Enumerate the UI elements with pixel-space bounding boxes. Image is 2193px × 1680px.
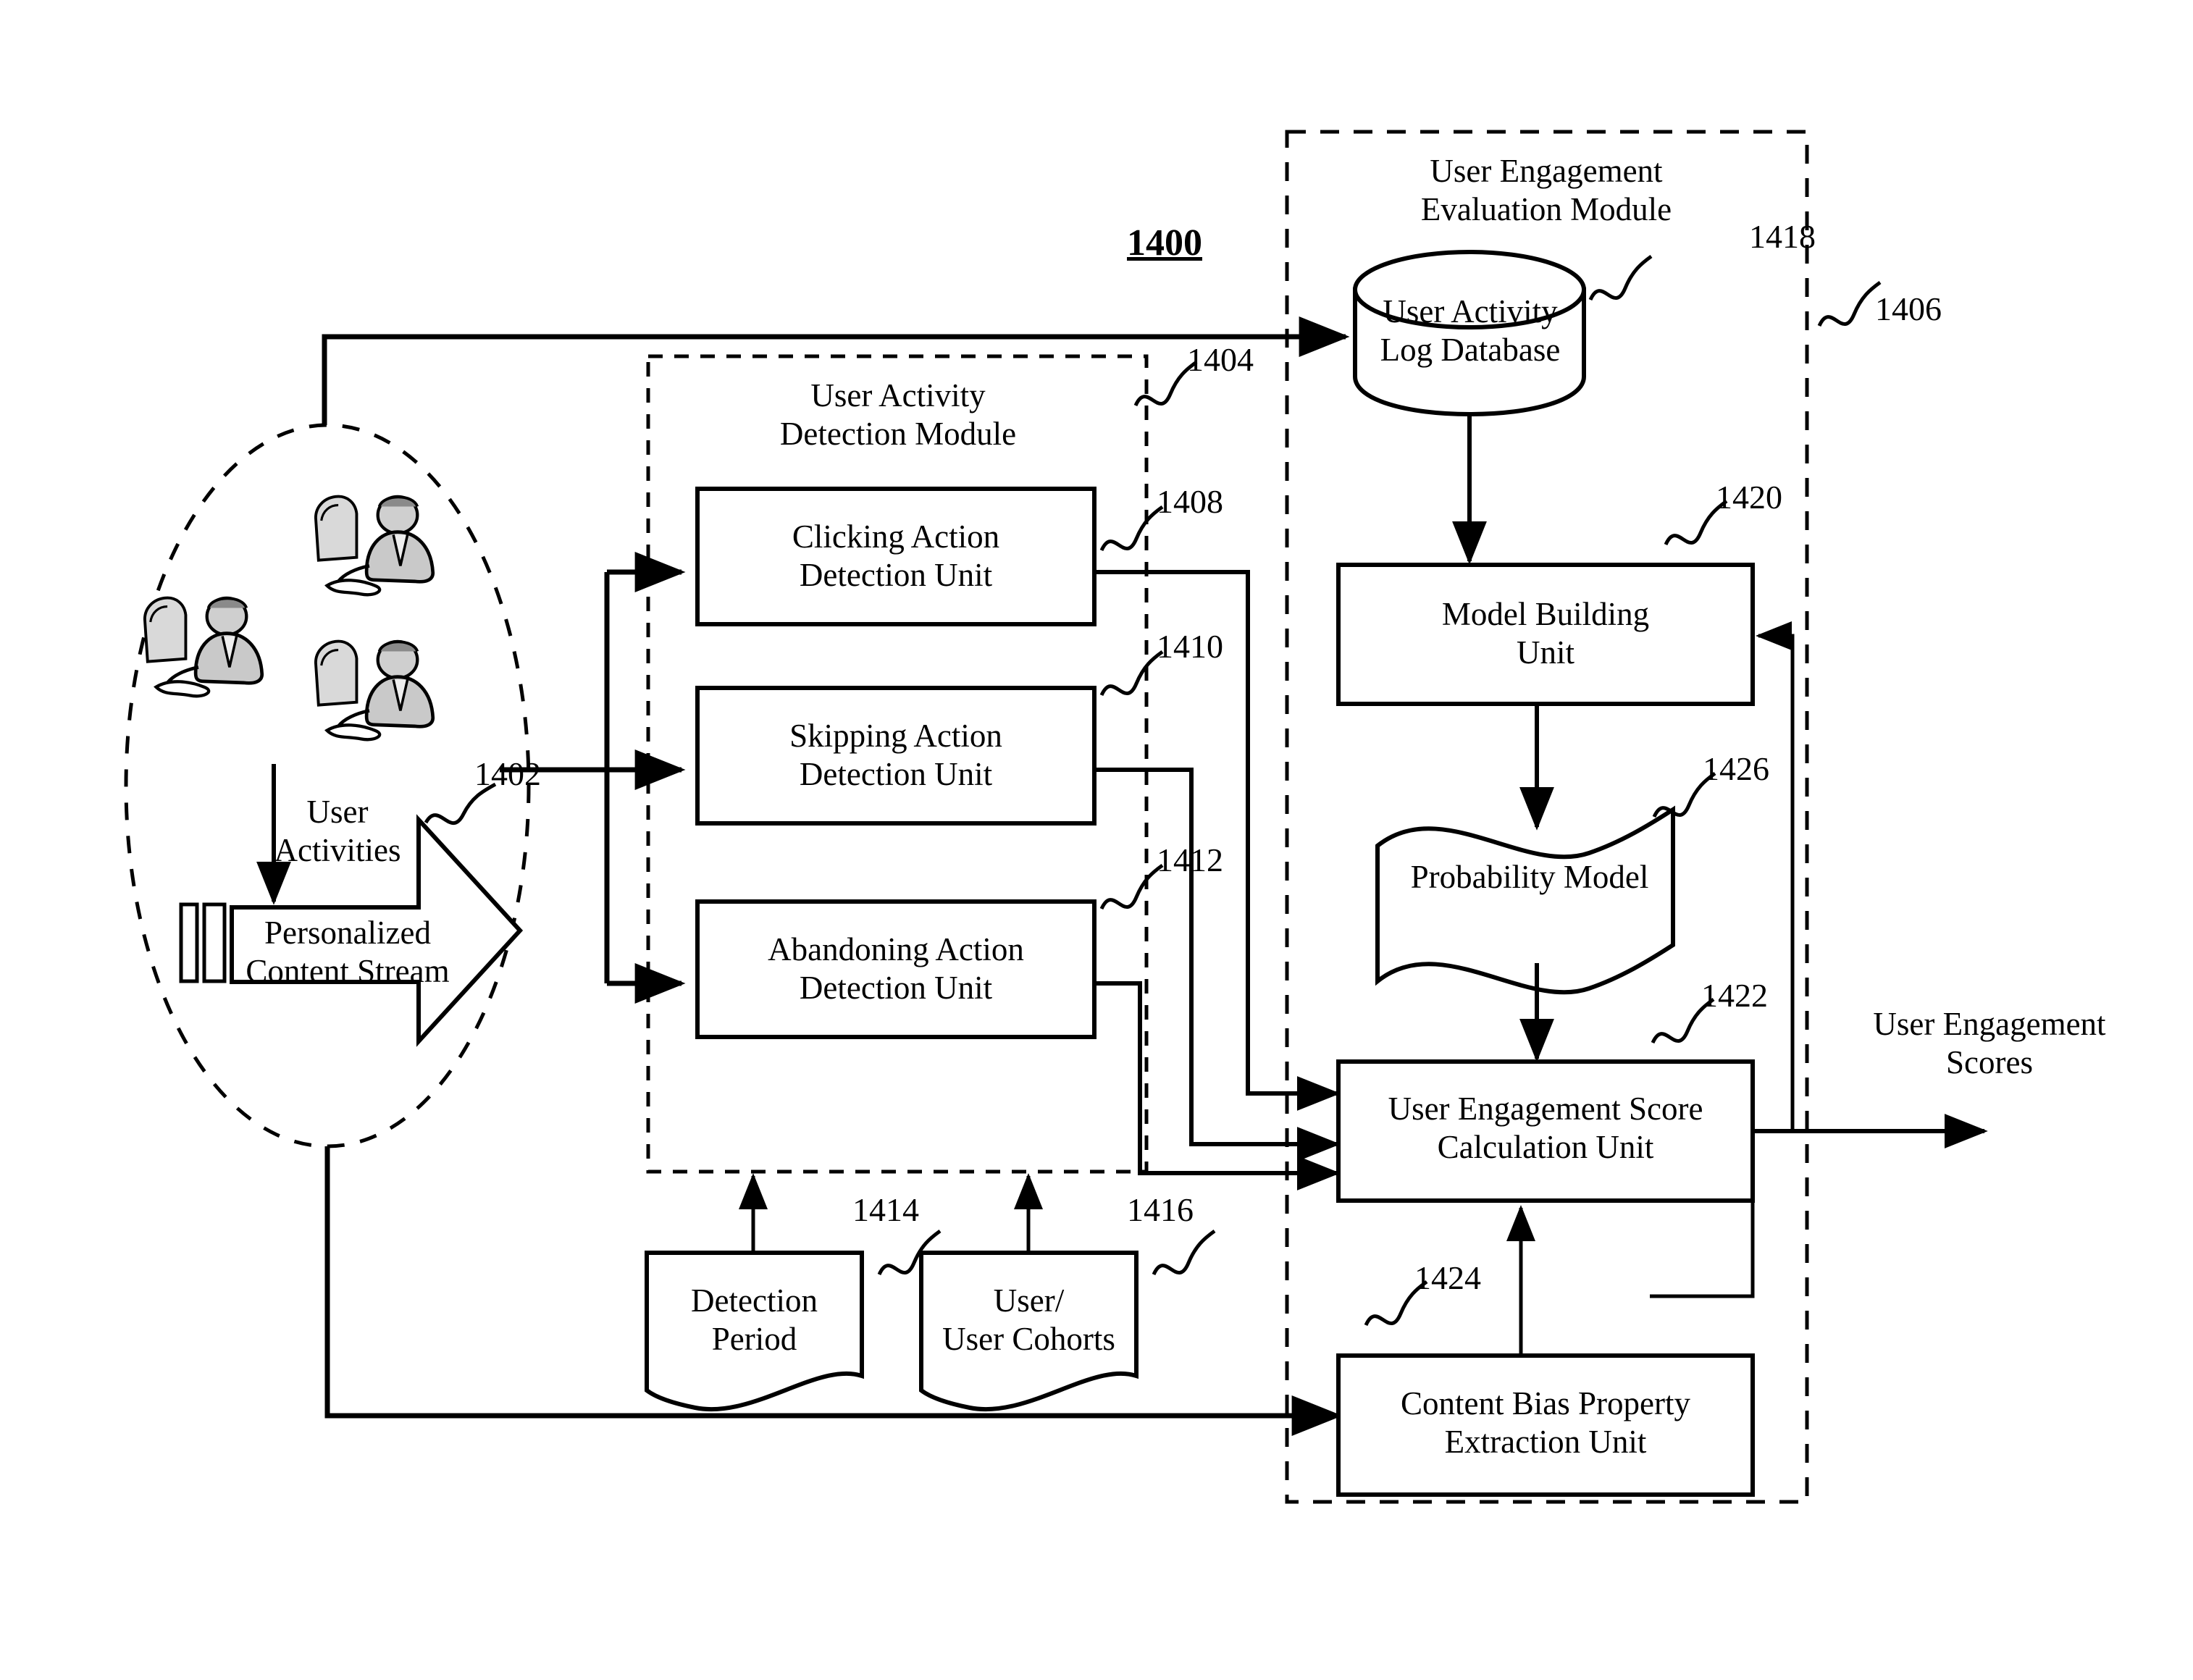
ref-leader-1416 — [1152, 1229, 1216, 1276]
activities-to-log-database-path — [322, 316, 1350, 425]
ref-leader-1402 — [424, 782, 497, 826]
skipping-output-path — [1094, 768, 1341, 1162]
user-activity-log-database[interactable] — [1353, 250, 1586, 417]
score-to-model-builder-feedback — [1753, 621, 1795, 1133]
skipping-action-detection-unit[interactable] — [695, 686, 1096, 826]
ref-leader-1410 — [1099, 650, 1164, 697]
patent-figure-canvas: 1400 User Engagement Evaluation Module 1… — [0, 0, 2193, 1680]
clicking-output-path — [1094, 570, 1341, 1111]
abandoning-action-detection-unit[interactable] — [695, 899, 1096, 1039]
users-at-computers-icon — [145, 497, 433, 740]
ref-leader-1406 — [1817, 280, 1882, 327]
user-engagement-score-calculation-unit[interactable] — [1336, 1059, 1755, 1203]
diagram-vector-layer — [124, 130, 1988, 1504]
clicking-action-detection-unit[interactable] — [695, 487, 1096, 626]
ref-leader-1408 — [1099, 505, 1164, 552]
ref-leader-1424 — [1364, 1280, 1428, 1327]
ref-leader-1412 — [1099, 863, 1164, 910]
content-page-icon-1 — [179, 902, 199, 983]
ref-leader-1418 — [1588, 254, 1653, 301]
detection-period-document[interactable] — [645, 1251, 864, 1411]
content-page-icon-2 — [202, 902, 227, 983]
content-bias-property-extraction-unit[interactable] — [1336, 1353, 1755, 1497]
model-building-unit[interactable] — [1336, 563, 1755, 706]
ref-leader-1422 — [1651, 997, 1715, 1044]
user-cohorts-document[interactable] — [919, 1251, 1139, 1411]
ref-leader-1426 — [1652, 771, 1716, 818]
probability-model-banner[interactable] — [1375, 805, 1675, 995]
ref-leader-1420 — [1664, 499, 1728, 546]
